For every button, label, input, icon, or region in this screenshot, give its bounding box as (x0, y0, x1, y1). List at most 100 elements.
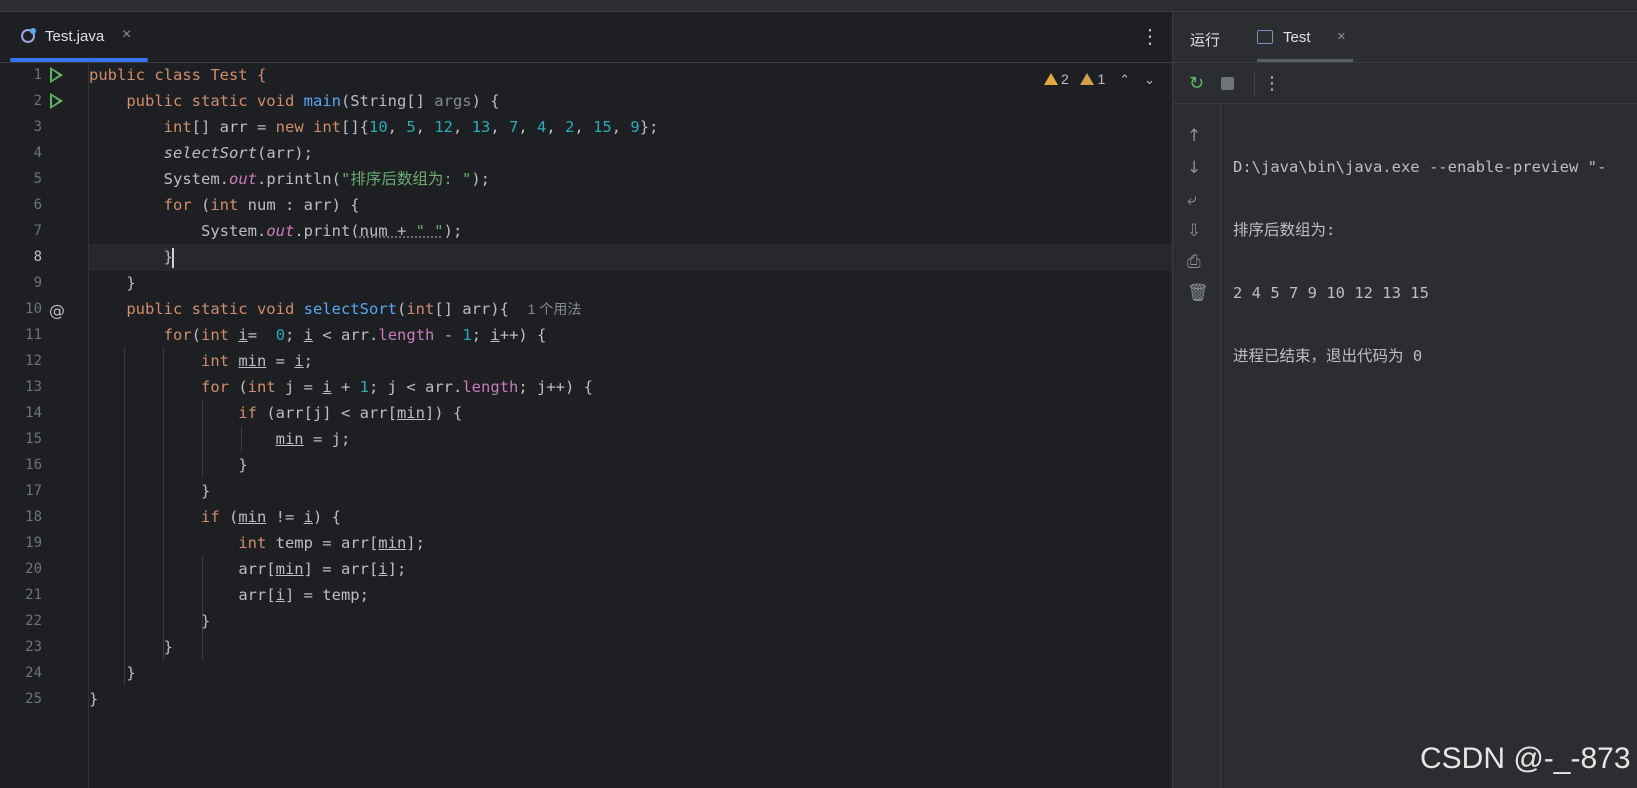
code-token: 1 (359, 378, 369, 396)
code-line-9: } (89, 270, 1172, 297)
code-token: ( (396, 300, 407, 318)
code-token: int (406, 300, 435, 318)
code-token: arr[ (238, 560, 276, 578)
code-token: length (378, 326, 435, 344)
code-token: } (163, 638, 173, 656)
line-number: 14 (25, 405, 42, 421)
code-token: 10 (368, 118, 388, 136)
top-strip (0, 0, 1637, 12)
code-line-18: if (min != i) { (89, 504, 1172, 531)
run-more-options-icon[interactable]: ⋮ (1263, 73, 1281, 94)
code-token: public class Test { (89, 66, 267, 84)
code-line-5: System.out.println("排序后数组为: "); (89, 166, 1172, 193)
usages-inlay-hint[interactable]: 1 个用法 (528, 301, 582, 317)
code-token: ) { (471, 92, 500, 110)
code-token: System. (163, 170, 229, 188)
method-annotation-icon[interactable]: @ (49, 301, 65, 320)
tab-filename: Test.java (45, 28, 105, 45)
line-number: 9 (33, 275, 42, 291)
code-token: min (275, 560, 304, 578)
code-line-25: } (89, 686, 1172, 713)
code-token: int (238, 534, 276, 552)
code-token: int (312, 118, 341, 136)
code-line-4: selectSort(arr); (89, 140, 1172, 167)
console-side-toolbar: ↑ ↓ ⤶ ⇩ ⎙ 🗑 (1173, 104, 1221, 788)
scroll-to-end-icon[interactable]: ⇩ (1187, 221, 1201, 241)
console-line: 排序后数组为: (1233, 221, 1336, 239)
line-number: 3 (33, 119, 42, 135)
code-token: ( (228, 508, 239, 526)
console-output[interactable]: D:\java\bin\java.exe --enable-preview "-… (1233, 118, 1637, 406)
code-token: 7 (509, 118, 519, 136)
trash-icon[interactable]: 🗑 (1187, 283, 1209, 303)
code-token: int (200, 352, 239, 370)
code-token: i (322, 378, 332, 396)
code-line-7: System.out.print(num + " "); (89, 218, 1172, 245)
code-token: , (574, 118, 594, 136)
run-toolbar: ↻ ⋮ (1173, 63, 1637, 104)
code-token: args (434, 92, 472, 110)
code-token: 5 (406, 118, 416, 136)
code-token: out (228, 170, 257, 188)
code-token: min (275, 430, 304, 448)
code-line-24: } (89, 660, 1172, 687)
arrow-down-icon[interactable]: ↓ (1187, 158, 1201, 178)
code-token: }; (639, 118, 659, 136)
code-token: ; (285, 326, 304, 344)
code-token: [] arr){ (434, 300, 509, 318)
code-token: for (163, 196, 201, 214)
code-token: min (396, 404, 425, 422)
code-token: new (275, 118, 313, 136)
run-header: 运行 Test × (1173, 12, 1637, 63)
code-token: (String[] (340, 92, 435, 110)
code-token: .print( (294, 222, 360, 240)
code-token: (arr); (256, 144, 313, 162)
code-token: ; (303, 352, 313, 370)
code-token: ] = temp; (284, 586, 369, 604)
line-number: 23 (25, 639, 42, 655)
console-line: D:\java\bin\java.exe --enable-preview "- (1233, 158, 1607, 176)
line-number: 6 (33, 197, 42, 213)
code-token: = (266, 352, 295, 370)
code-token: , (490, 118, 510, 136)
run-tab-test[interactable]: Test × (1257, 12, 1353, 62)
editor-tab-test-java[interactable]: Test.java × (10, 12, 148, 62)
editor-more-options-icon[interactable]: ⋮ (1140, 24, 1160, 49)
rerun-icon[interactable]: ↻ (1189, 73, 1204, 94)
print-icon[interactable]: ⎙ (1187, 252, 1201, 272)
code-token: i (303, 326, 314, 344)
line-number: 24 (25, 665, 42, 681)
line-number-gutter[interactable]: 1 2 3 4 5 6 7 8 9 10 11 12 13 14 15 16 1… (0, 62, 88, 788)
code-token: + (331, 378, 360, 396)
code-token: , (453, 118, 472, 136)
run-main-icon[interactable] (50, 93, 63, 109)
stop-icon[interactable] (1221, 77, 1234, 90)
code-token: , (415, 118, 435, 136)
line-number: 20 (25, 561, 42, 577)
close-tab-icon[interactable]: × (122, 26, 131, 44)
close-run-tab-icon[interactable]: × (1337, 28, 1346, 45)
code-token: for (200, 378, 239, 396)
code-line-14: if (arr[j] < arr[min]) { (89, 400, 1172, 427)
code-line-1: public class Test { (89, 62, 1172, 89)
code-line-15: min = j; (89, 426, 1172, 453)
code-token: - (434, 326, 463, 344)
code-line-21: arr[i] = temp; (89, 582, 1172, 609)
code-token: ) { (313, 508, 341, 526)
code-token: ); (443, 222, 463, 240)
code-token: if (200, 508, 229, 526)
arrow-up-icon[interactable]: ↑ (1187, 126, 1201, 146)
code-token: 4 (537, 118, 547, 136)
code-token: "排序后数组为: " (340, 170, 472, 188)
code-token: " " (415, 222, 444, 240)
code-line-23: } (89, 634, 1172, 661)
code-line-8: } (89, 244, 1172, 271)
run-class-icon[interactable] (50, 67, 63, 83)
code-token: min (238, 508, 267, 526)
code-line-2: public static void main(String[] args) { (89, 88, 1172, 115)
java-class-icon (21, 28, 36, 43)
soft-wrap-icon[interactable]: ⤶ (1187, 190, 1197, 210)
code-line-10: public static void selectSort(int[] arr)… (89, 296, 1172, 323)
code-token: int (210, 196, 239, 214)
code-token: int (201, 326, 229, 344)
